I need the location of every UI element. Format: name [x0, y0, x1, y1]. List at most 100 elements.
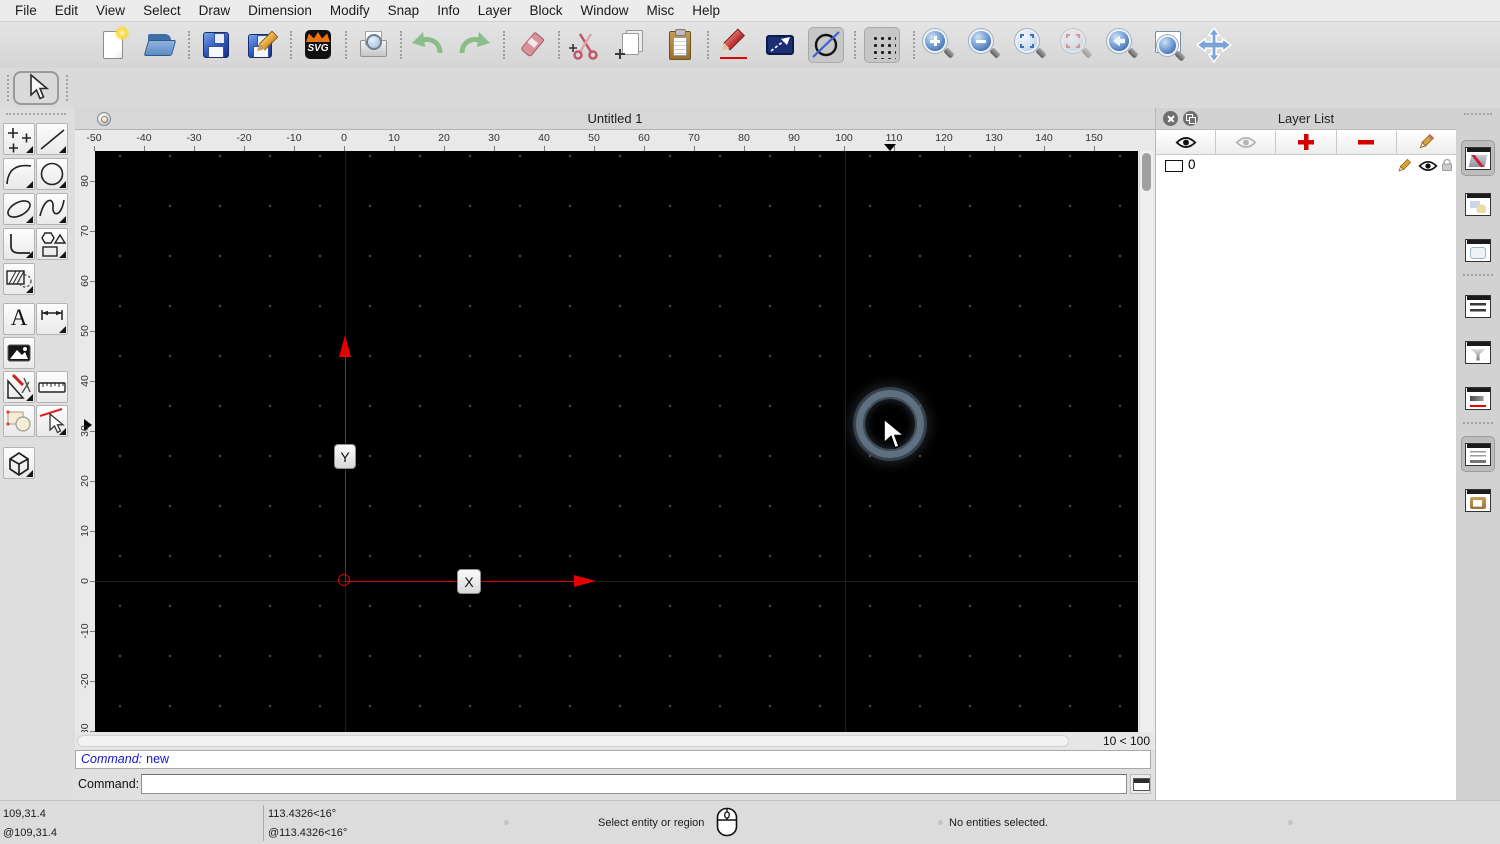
show-all-layers-button[interactable]: [1156, 130, 1217, 154]
coordinates-absolute: 109,31.4: [3, 808, 46, 820]
remove-layer-button[interactable]: [1336, 130, 1397, 154]
new-file-button[interactable]: [95, 25, 131, 63]
zoom-selection-button[interactable]: [1058, 27, 1094, 63]
drawing-window-titlebar: Untitled 1: [75, 108, 1155, 130]
horizontal-scrollbar-thumb[interactable]: [77, 735, 1069, 747]
mouse-hint-icon: [716, 807, 738, 837]
zoom-out-button[interactable]: [966, 27, 1002, 63]
modify-layer-button[interactable]: [1396, 130, 1457, 154]
menu-item-info[interactable]: Info: [428, 0, 469, 21]
h-ruler-label: 30: [488, 132, 500, 144]
dock-entity-list-button[interactable]: [1461, 288, 1495, 324]
command-window-toggle-button[interactable]: [1130, 774, 1151, 794]
dock-clipboard-button[interactable]: [1461, 482, 1495, 518]
dock-command-line-button[interactable]: [1461, 436, 1495, 472]
dock-selection-filter-button[interactable]: [1461, 334, 1495, 370]
layer-row[interactable]: 0: [1156, 155, 1456, 176]
draw-order-button[interactable]: [762, 27, 798, 63]
paste-button[interactable]: [661, 27, 697, 63]
menu-item-misc[interactable]: Misc: [638, 0, 684, 21]
add-layer-button[interactable]: [1276, 130, 1337, 154]
cut-button[interactable]: [567, 27, 603, 63]
tool-ellipses-button[interactable]: [3, 193, 35, 225]
dock-pen-palette-button[interactable]: [1461, 380, 1495, 416]
tool-arcs-button[interactable]: [3, 158, 35, 190]
tool-measure-button[interactable]: [36, 371, 68, 403]
layer-visibility-eye-icon[interactable]: [1418, 160, 1438, 172]
redo-button[interactable]: [456, 27, 492, 63]
zoom-window-button[interactable]: [1150, 27, 1186, 63]
save-button[interactable]: [197, 27, 233, 63]
dock-library-browser-button[interactable]: [1461, 232, 1495, 268]
svg-badge-text: SVG: [307, 43, 329, 54]
arc-icon: [6, 164, 32, 185]
menu-item-edit[interactable]: Edit: [46, 0, 87, 21]
zoom-in-button[interactable]: [920, 27, 956, 63]
menu-item-modify[interactable]: Modify: [321, 0, 379, 21]
menu-item-dimension[interactable]: Dimension: [239, 0, 321, 21]
tool-modify-button[interactable]: [3, 371, 35, 403]
restrict-nothing-button[interactable]: [808, 27, 844, 63]
drag-handle[interactable]: [7, 75, 9, 101]
menu-item-snap[interactable]: Snap: [379, 0, 429, 21]
circle-slash-icon: [812, 31, 840, 58]
print-preview-button[interactable]: [355, 27, 391, 63]
menu-item-window[interactable]: Window: [572, 0, 638, 21]
export-svg-button[interactable]: SVG: [300, 27, 336, 63]
command-input[interactable]: [141, 774, 1127, 794]
menu-item-view[interactable]: View: [87, 0, 134, 21]
tool-shapes-button[interactable]: [36, 228, 68, 260]
horizontal-scrollbar[interactable]: 10 < 100: [75, 732, 1153, 750]
tool-text-button[interactable]: A: [3, 303, 35, 335]
dimension-icon: [41, 310, 63, 320]
vertical-scrollbar[interactable]: [1139, 151, 1153, 732]
menu-item-file[interactable]: File: [6, 0, 46, 21]
open-file-button[interactable]: [142, 27, 178, 63]
zoom-out-icon: [971, 31, 991, 51]
undo-button[interactable]: [410, 27, 446, 63]
tool-dimensions-button[interactable]: [36, 303, 68, 335]
tool-circles-button[interactable]: [36, 158, 68, 190]
tool-image-button[interactable]: [3, 337, 35, 369]
menu-item-select[interactable]: Select: [134, 0, 190, 21]
save-as-button[interactable]: [244, 27, 280, 63]
vertical-scrollbar-thumb[interactable]: [1142, 153, 1151, 191]
pen-attributes-button[interactable]: [716, 27, 752, 63]
canvas[interactable]: Y X: [95, 151, 1138, 732]
zoom-auto-button[interactable]: [1012, 27, 1048, 63]
menu-item-help[interactable]: Help: [683, 0, 729, 21]
select-tool-button[interactable]: [13, 71, 59, 105]
tool-deselect-button[interactable]: [36, 405, 68, 437]
tool-hatch-button[interactable]: [3, 263, 35, 295]
zoom-auto-icon: [1017, 31, 1037, 51]
hatch-icon: [6, 270, 32, 288]
tool-lines-button[interactable]: [36, 123, 68, 155]
menu-item-layer[interactable]: Layer: [469, 0, 521, 21]
drag-handle[interactable]: [66, 75, 68, 101]
mouse-cursor: [883, 417, 906, 450]
command-history-prompt: Command:: [81, 752, 143, 766]
copy-button[interactable]: [614, 27, 650, 63]
dock-block-list-button[interactable]: [1461, 186, 1495, 222]
zoom-pan-button[interactable]: [1195, 26, 1233, 64]
tool-splines-button[interactable]: [36, 193, 68, 225]
zoom-previous-button[interactable]: [1104, 27, 1140, 63]
menu-item-block[interactable]: Block: [521, 0, 572, 21]
layer-lock-icon[interactable]: [1441, 158, 1453, 172]
delete-button[interactable]: [513, 27, 549, 63]
menu-item-draw[interactable]: Draw: [190, 0, 240, 21]
status-bar: 109,31.4 @109,31.4 113.4326<16° @113.432…: [0, 800, 1500, 844]
h-ruler-label: 50: [588, 132, 600, 144]
h-ruler-label: -10: [286, 132, 302, 144]
toolbar-separator: [913, 31, 915, 59]
tool-polylines-button[interactable]: [3, 228, 35, 260]
snap-grid-button[interactable]: [864, 27, 900, 63]
toolbar-separator: [400, 31, 402, 59]
tool-select-button[interactable]: [3, 405, 35, 437]
tool-points-button[interactable]: [3, 123, 35, 155]
h-ruler-label: 120: [935, 132, 953, 144]
tool-solids-button[interactable]: [3, 447, 35, 479]
dock-layer-list-button[interactable]: [1461, 140, 1495, 176]
hide-all-layers-button[interactable]: [1216, 130, 1277, 154]
layer-edit-pencil-icon[interactable]: [1396, 158, 1412, 174]
